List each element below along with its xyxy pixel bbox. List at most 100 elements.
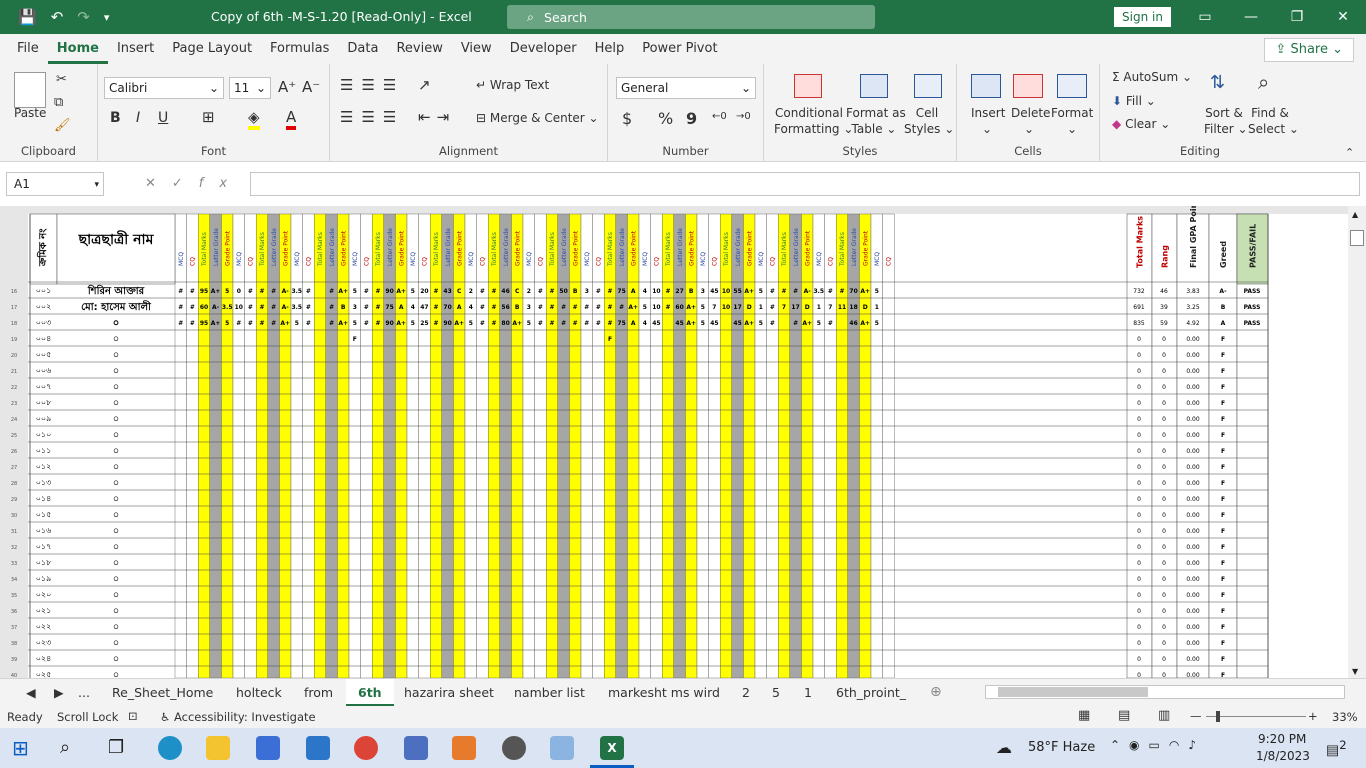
vertical-align-icons[interactable]: ☰☰☰ [340, 76, 404, 94]
column-header-strip[interactable] [0, 206, 1348, 214]
subject-column[interactable] [731, 213, 744, 678]
subject-column[interactable] [499, 213, 512, 678]
comma-button[interactable]: 9 [686, 109, 697, 128]
subject-column[interactable] [766, 213, 779, 678]
share-button[interactable]: ⇪ Share ⌄ [1264, 38, 1354, 62]
fx-icon[interactable]: fx [199, 176, 243, 191]
subject-column[interactable] [174, 213, 187, 678]
subject-column[interactable] [372, 213, 385, 678]
decrease-font-icon[interactable]: A⁻ [302, 78, 320, 96]
paste-button[interactable]: Paste [14, 106, 46, 120]
clear-button[interactable]: ◆ Clear ⌄ [1112, 117, 1170, 131]
wrap-text-button[interactable]: ↵ Wrap Text [476, 78, 549, 92]
tab-insert[interactable]: Insert [108, 34, 163, 64]
merge-center-button[interactable]: ⊟ Merge & Center ⌄ [476, 111, 599, 125]
subject-column[interactable] [847, 213, 860, 678]
increase-decimal-icon[interactable]: ←0 [712, 111, 727, 122]
chrome-icon[interactable] [354, 736, 378, 760]
conditional-formatting-button[interactable]: Conditional Formatting ⌄ [774, 105, 853, 137]
zoom-slider[interactable] [1206, 716, 1306, 717]
tab-view[interactable]: View [452, 34, 501, 64]
maximize-button[interactable]: ❐ [1274, 0, 1320, 34]
subject-column[interactable] [592, 213, 605, 678]
subject-column[interactable] [580, 213, 593, 678]
subject-column[interactable] [557, 213, 570, 678]
subject-column[interactable] [627, 213, 640, 678]
number-format-select[interactable]: General ⌄ [616, 77, 756, 99]
notification-icon[interactable]: ▤2 [1326, 738, 1347, 759]
subject-column[interactable] [279, 213, 292, 678]
subject-column[interactable] [673, 213, 686, 678]
subject-column[interactable] [197, 213, 210, 678]
subject-column[interactable] [418, 213, 431, 678]
tab-page-layout[interactable]: Page Layout [163, 34, 261, 64]
subject-column[interactable] [290, 213, 303, 678]
subject-column[interactable] [441, 213, 454, 678]
copy-icon[interactable]: ⧉ [54, 95, 63, 110]
subject-column[interactable] [488, 213, 501, 678]
subject-column[interactable] [511, 213, 524, 678]
prev-sheet-icon[interactable]: ◀ [26, 679, 36, 706]
zoom-slider-thumb[interactable] [1216, 711, 1220, 722]
sheet-tab-8[interactable]: 5 [760, 679, 792, 706]
percent-button[interactable]: % [658, 109, 673, 128]
sheet-tab-2[interactable]: from [292, 679, 345, 706]
indent-icons[interactable]: ⇤⇥ [418, 108, 455, 126]
tray-icons[interactable]: ⌃◉▭◠♪ [1110, 738, 1205, 752]
sheet-tab-6[interactable]: markesht ms wird [596, 679, 732, 706]
subject-column[interactable] [302, 213, 315, 678]
increase-font-icon[interactable]: A⁺ [278, 78, 296, 96]
subject-column[interactable] [882, 213, 895, 678]
subject-column[interactable] [337, 213, 350, 678]
font-color-icon[interactable]: A [286, 108, 297, 130]
sheet-tab-5[interactable]: namber list [502, 679, 597, 706]
more-sheets[interactable]: ... [78, 679, 90, 706]
page-break-view-icon[interactable]: ▥ [1158, 708, 1170, 723]
subject-column[interactable] [754, 213, 767, 678]
subject-column[interactable] [314, 213, 327, 678]
taskbar-search-icon[interactable]: ⌕ [60, 736, 84, 760]
zoom-in-icon[interactable]: + [1308, 709, 1318, 723]
insert-button[interactable]: Insert ⌄ [971, 105, 1005, 137]
subject-column[interactable] [453, 213, 466, 678]
normal-view-icon[interactable]: ▦ [1078, 708, 1090, 723]
subject-column[interactable] [209, 213, 222, 678]
format-as-table-button[interactable]: Format as Table ⌄ [846, 105, 906, 137]
accessibility-status[interactable]: ♿ Accessibility: Investigate [160, 710, 316, 724]
h-scroll-thumb[interactable] [998, 687, 1148, 697]
vertical-scrollbar[interactable]: ▲ ▼ [1348, 206, 1366, 678]
subject-column[interactable] [256, 213, 269, 678]
paint-icon[interactable] [550, 736, 574, 760]
subject-column[interactable] [546, 213, 559, 678]
search-box[interactable]: ⌕ Search [507, 5, 875, 29]
name-box[interactable]: A1 ▾ [6, 172, 104, 196]
subject-column[interactable] [801, 213, 814, 678]
subject-column[interactable] [859, 213, 872, 678]
collapse-ribbon-icon[interactable]: ⌃ [1345, 146, 1354, 159]
subject-column[interactable] [244, 213, 257, 678]
excel-taskbar-icon[interactable]: X [600, 736, 624, 760]
add-sheet-icon[interactable]: ⊕ [930, 679, 942, 706]
tab-home[interactable]: Home [47, 34, 108, 64]
start-icon[interactable]: ⊞ [12, 736, 36, 760]
fill-color-icon[interactable]: ◈ [248, 108, 260, 130]
cell-styles-button[interactable]: Cell Styles ⌄ [904, 105, 954, 137]
clock-time[interactable]: 9:20 PM [1258, 732, 1306, 746]
subject-column[interactable] [870, 213, 883, 678]
sheet-tab-4[interactable]: hazarira sheet [392, 679, 506, 706]
cut-icon[interactable]: ✂ [56, 72, 67, 87]
file-explorer-icon[interactable] [206, 736, 230, 760]
save-icon[interactable]: 💾 [18, 8, 37, 26]
tab-help[interactable]: Help [586, 34, 634, 64]
delete-button[interactable]: Delete ⌄ [1011, 105, 1050, 137]
subject-column[interactable] [696, 213, 709, 678]
subject-column[interactable] [476, 213, 489, 678]
subject-column[interactable] [569, 213, 582, 678]
subject-column[interactable] [534, 213, 547, 678]
subject-column[interactable] [720, 213, 733, 678]
subject-column[interactable] [638, 213, 651, 678]
subject-column[interactable] [267, 213, 280, 678]
borders-icon[interactable]: ⊞ [202, 108, 215, 126]
format-painter-icon[interactable]: 🖌 [54, 118, 71, 133]
subject-column[interactable] [383, 213, 396, 678]
